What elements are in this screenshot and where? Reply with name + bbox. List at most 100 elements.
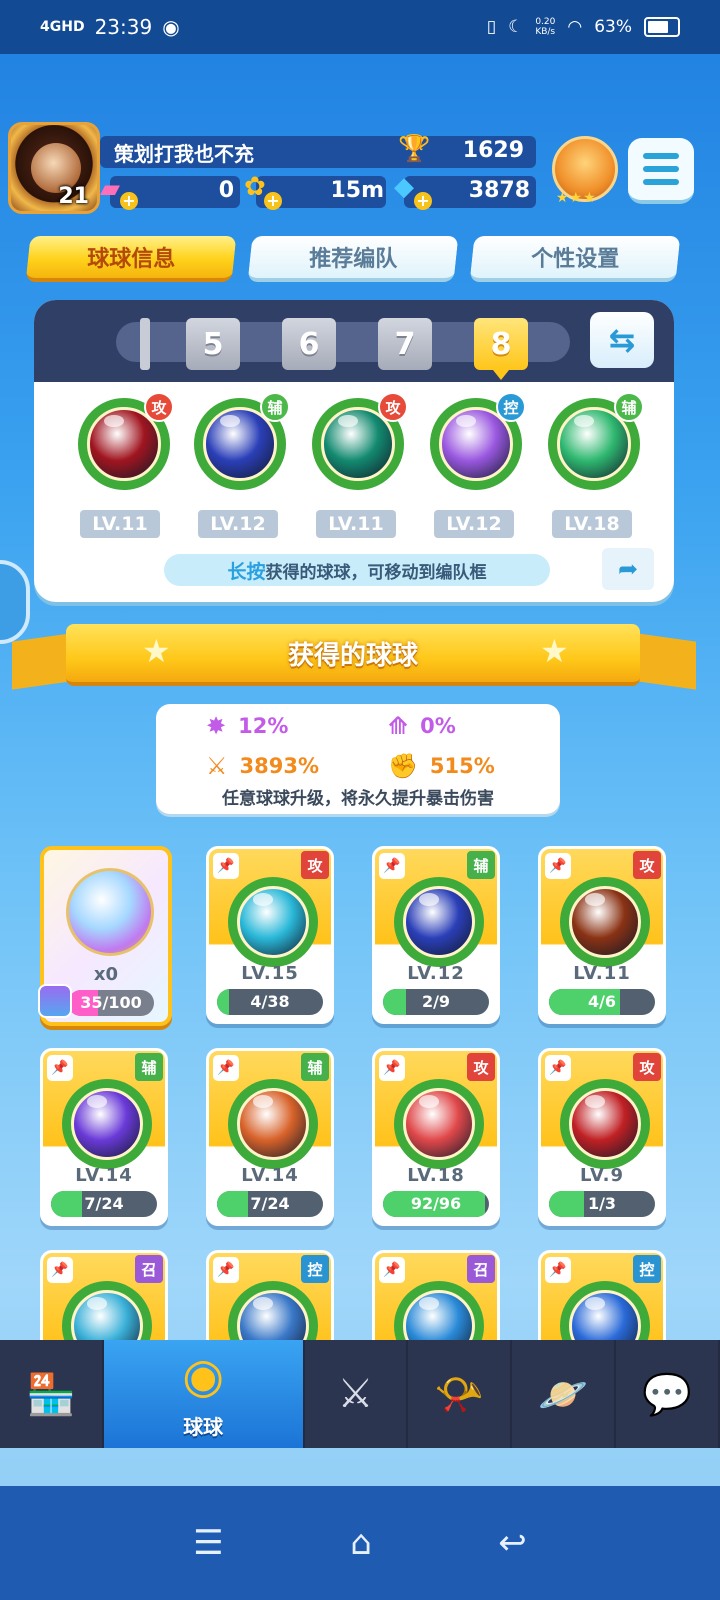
tab-label: 球球信息	[87, 247, 176, 272]
team-ball-level: LV.12	[198, 510, 278, 538]
nav-shop[interactable]: 🏪	[0, 1340, 104, 1448]
team-ball[interactable]: 辅	[194, 392, 290, 490]
pin-icon[interactable]: 📌	[379, 1055, 405, 1081]
upgrade-progress: 1/3	[549, 1191, 655, 1217]
net-speed-value: 0.20	[535, 17, 556, 27]
team-ball[interactable]: 辅	[548, 392, 644, 490]
team-ball-level: LV.11	[80, 510, 160, 538]
ball-card[interactable]: 📌 辅 LV.14 7/24	[206, 1048, 334, 1226]
ball-card[interactable]: 📌 攻 LV.11 4/6	[538, 846, 666, 1024]
ball-shine	[253, 1095, 273, 1108]
team-slot-8[interactable]: 8	[474, 318, 528, 380]
collection-title: 获得的球球	[287, 640, 418, 671]
upgrade-progress: 7/24	[217, 1191, 323, 1217]
menu-button[interactable]	[628, 138, 694, 204]
ball-icon	[228, 877, 318, 967]
role-tag: 辅	[135, 1053, 163, 1081]
chat-heart-icon: 💬	[642, 1371, 692, 1418]
player-avatar[interactable]: 21	[8, 122, 100, 214]
team-slot-5[interactable]: 5	[186, 318, 240, 370]
pin-icon[interactable]: 📌	[213, 1257, 239, 1283]
pin-icon[interactable]: 📌	[545, 853, 571, 879]
slot-scroll-edge[interactable]	[140, 318, 150, 370]
share-button[interactable]: ➦	[602, 548, 654, 590]
hint-highlight: 长按	[227, 560, 266, 583]
wechat-icon: ◉	[162, 15, 180, 39]
ball-level: LV.14	[75, 1165, 133, 1186]
crit-stats-card[interactable]: ✸ 12% ⟰ 0% ⚔ 3893% ✊ 515% 任意球球升级，将永久提升暴击…	[156, 704, 560, 814]
team-ball-level: LV.12	[434, 510, 514, 538]
balls-icon: ◉	[182, 1348, 225, 1404]
ball-icon	[62, 1079, 152, 1169]
home-icon[interactable]: ⌂	[350, 1523, 372, 1563]
ball-orb	[71, 1088, 143, 1160]
system-nav-bar: ☰ ⌂ ↩	[0, 1486, 720, 1600]
ball-icon	[394, 1079, 484, 1169]
crit-stat-1: 12%	[238, 714, 289, 738]
ball-level: LV.14	[241, 1165, 299, 1186]
tab-recommended-team[interactable]: 推荐编队	[247, 236, 459, 282]
ball-shine	[419, 1095, 439, 1108]
status-bar: 4GHD 23:39 ◉ ▯ ☾ 0.20 KB/s ◠ 63%	[0, 0, 720, 54]
team-ball[interactable]: 攻	[312, 392, 408, 490]
pin-icon[interactable]: 📌	[379, 1257, 405, 1283]
universal-ball-progress: 35/100	[68, 990, 154, 1016]
crit-stat-3: 3893%	[239, 754, 320, 778]
pin-icon[interactable]: 📌	[545, 1055, 571, 1081]
pin-icon[interactable]: 📌	[545, 1257, 571, 1283]
pin-icon[interactable]: 📌	[379, 853, 405, 879]
nav-balls[interactable]: ◉ 球球	[103, 1340, 305, 1448]
tab-personal-settings[interactable]: 个性设置	[469, 236, 681, 282]
planet-icon: 🪐	[538, 1371, 589, 1418]
role-tag: 攻	[467, 1053, 495, 1081]
team-ball[interactable]: 攻	[78, 392, 174, 490]
ball-shine	[585, 1095, 605, 1108]
player-name: 策划打我也不充	[114, 141, 254, 166]
team-slot-7[interactable]: 7	[378, 318, 432, 370]
team-slot-6[interactable]: 6	[282, 318, 336, 370]
role-badge: 攻	[144, 392, 174, 422]
nav-whistle[interactable]: 📯	[408, 1340, 513, 1448]
ball-card[interactable]: 📌 攻 LV.9 1/3	[538, 1048, 666, 1226]
ball-shine	[253, 1297, 273, 1310]
role-tag: 攻	[633, 1053, 661, 1081]
ball-orb	[569, 886, 641, 958]
universal-ball-icon	[66, 868, 154, 956]
nav-social[interactable]: 💬	[616, 1340, 720, 1448]
tab-ball-info[interactable]: 球球信息	[25, 236, 237, 282]
trophy-icon: 🏆	[398, 134, 431, 164]
back-icon[interactable]: ↩	[498, 1523, 527, 1563]
gem-count: 3878	[468, 178, 530, 203]
menu-icon-line	[643, 153, 679, 159]
nav-battle[interactable]: ⚔	[305, 1340, 409, 1448]
ticket-icon: ▰	[100, 174, 120, 204]
swap-icon: ⇆	[608, 321, 636, 359]
ball-card[interactable]: 📌 攻 LV.15 4/38	[206, 846, 334, 1024]
universal-ball-mini-icon	[38, 984, 72, 1018]
long-press-hint: 长按 获得的球球，可移动到编队框	[164, 554, 550, 586]
team-ball[interactable]: 控	[430, 392, 526, 490]
ball-card[interactable]: 📌 辅 LV.12 2/9	[372, 846, 500, 1024]
fist-icon: ✊	[388, 752, 418, 780]
ticket-count: 0	[218, 178, 234, 203]
battery-icon	[644, 17, 680, 37]
gem-plus-button[interactable]: +	[414, 192, 432, 210]
pin-icon[interactable]: 📌	[47, 1257, 73, 1283]
rank-stars-icon: ★★★	[556, 190, 597, 206]
ball-card[interactable]: 📌 辅 LV.14 7/24	[40, 1048, 168, 1226]
coin-plus-button[interactable]: +	[264, 192, 282, 210]
whistle-icon: 📯	[434, 1371, 485, 1418]
side-drawer-handle[interactable]	[0, 560, 30, 644]
avatar-level: 21	[58, 184, 89, 209]
pin-icon[interactable]: 📌	[213, 1055, 239, 1081]
pin-icon[interactable]: 📌	[47, 1055, 73, 1081]
pin-icon[interactable]: 📌	[213, 853, 239, 879]
ticket-plus-button[interactable]: +	[120, 192, 138, 210]
nav-planet[interactable]: 🪐	[512, 1340, 617, 1448]
ball-card[interactable]: 📌 攻 LV.18 92/96	[372, 1048, 500, 1226]
recent-apps-icon[interactable]: ☰	[193, 1523, 223, 1563]
swap-team-button[interactable]: ⇆	[590, 312, 654, 368]
ball-level: LV.12	[407, 963, 465, 984]
ball-level: LV.11	[573, 963, 631, 984]
universal-ball-card[interactable]: x0 35/100	[38, 846, 172, 1026]
